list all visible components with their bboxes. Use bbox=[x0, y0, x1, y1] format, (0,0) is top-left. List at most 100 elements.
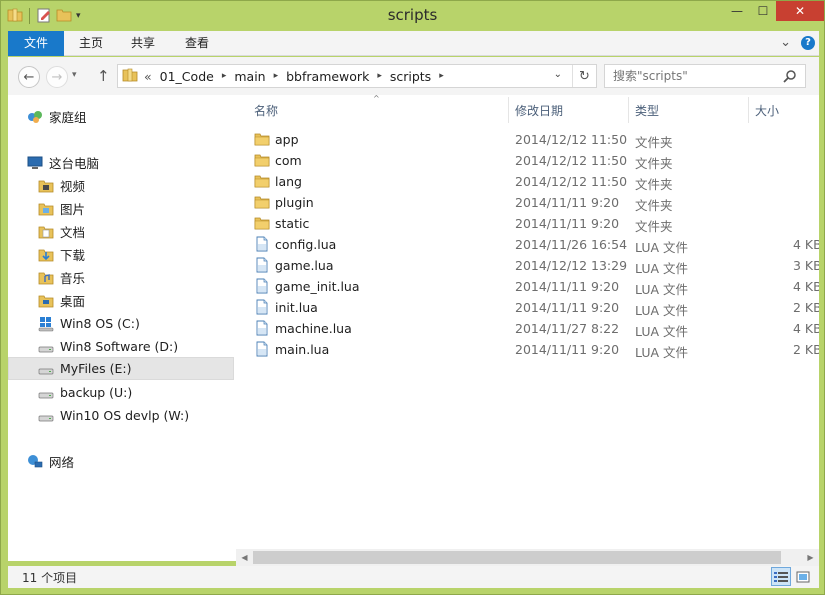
breadcrumb-chevron-icon[interactable]: ▸ bbox=[274, 71, 279, 81]
nav-drive-u[interactable]: backup (U:) bbox=[8, 381, 234, 404]
file-list: ^ 名称 修改日期 类型 大小 app 2014/12/12 11:50 文件夹 co… bbox=[236, 95, 819, 549]
table-row[interactable]: game_init.lua 2014/11/11 9:20 LUA 文件 4 KB bbox=[236, 276, 819, 297]
nav-drive-c[interactable]: Win8 OS (C:) bbox=[8, 312, 234, 335]
nav-music[interactable]: 音乐 bbox=[8, 266, 234, 289]
column-divider[interactable] bbox=[508, 97, 509, 123]
refresh-button[interactable]: ↻ bbox=[572, 65, 596, 87]
nav-downloads[interactable]: 下载 bbox=[8, 243, 234, 266]
file-type: LUA 文件 bbox=[635, 282, 689, 297]
file-modified-date: 2014/11/11 9:20 bbox=[515, 216, 620, 231]
breadcrumb-item[interactable]: scripts bbox=[390, 69, 431, 84]
file-type: 文件夹 bbox=[635, 198, 673, 213]
file-modified-date: 2014/11/11 9:20 bbox=[515, 279, 620, 294]
tab-file[interactable]: 文件 bbox=[8, 31, 64, 56]
breadcrumb-overflow[interactable]: « bbox=[144, 69, 152, 84]
tab-view[interactable]: 查看 bbox=[174, 31, 220, 56]
table-row[interactable]: static 2014/11/11 9:20 文件夹 bbox=[236, 213, 819, 234]
search-input[interactable] bbox=[605, 65, 781, 87]
file-size: 4 KB bbox=[793, 279, 819, 294]
documents-folder-icon bbox=[37, 223, 55, 241]
up-button[interactable]: ↑ bbox=[97, 67, 110, 85]
table-row[interactable]: config.lua 2014/11/26 16:54 LUA 文件 4 KB bbox=[236, 234, 819, 255]
large-icons-view-icon[interactable] bbox=[793, 567, 813, 586]
nav-network[interactable]: 网络 bbox=[8, 450, 234, 473]
nav-label: 文档 bbox=[60, 225, 86, 240]
column-divider[interactable] bbox=[628, 97, 629, 123]
column-header-type[interactable]: 类型 bbox=[635, 102, 659, 119]
table-row[interactable]: game.lua 2014/12/12 13:29 LUA 文件 3 KB bbox=[236, 255, 819, 276]
address-bar[interactable]: « 01_Code ▸ main ▸ bbframework ▸ scripts… bbox=[117, 64, 597, 88]
hard-drive-icon bbox=[37, 407, 55, 425]
breadcrumb-item[interactable]: 01_Code bbox=[160, 69, 214, 84]
status-bar: 11 个项目 bbox=[8, 566, 819, 588]
nav-videos[interactable]: 视频 bbox=[8, 174, 234, 197]
horizontal-scrollbar[interactable]: ◀ ▶ bbox=[236, 549, 819, 566]
lua-file-icon bbox=[254, 278, 270, 297]
nav-label: MyFiles (E:) bbox=[60, 361, 132, 376]
nav-this-pc[interactable]: 这台电脑 bbox=[8, 151, 234, 174]
scrollbar-thumb[interactable] bbox=[253, 551, 781, 564]
hard-drive-icon bbox=[37, 384, 55, 402]
tab-share[interactable]: 共享 bbox=[120, 31, 166, 56]
nav-label: 家庭组 bbox=[49, 110, 87, 125]
table-row[interactable]: init.lua 2014/11/11 9:20 LUA 文件 2 KB bbox=[236, 297, 819, 318]
nav-documents[interactable]: 文档 bbox=[8, 220, 234, 243]
nav-desktop[interactable]: 桌面 bbox=[8, 289, 234, 312]
lua-file-icon bbox=[254, 236, 270, 255]
table-row[interactable]: machine.lua 2014/11/27 8:22 LUA 文件 4 KB bbox=[236, 318, 819, 339]
column-header-date[interactable]: 修改日期 bbox=[515, 102, 563, 119]
table-row[interactable]: main.lua 2014/11/11 9:20 LUA 文件 2 KB bbox=[236, 339, 819, 360]
explorer-window: ▾ scripts — ☐ ✕ 文件 主页 共享 查看 ⌄ ? ← → ▾ ↑ … bbox=[0, 0, 825, 595]
table-row[interactable]: plugin 2014/11/11 9:20 文件夹 bbox=[236, 192, 819, 213]
file-modified-date: 2014/12/12 11:50 bbox=[515, 132, 628, 147]
minimize-button[interactable]: — bbox=[724, 1, 750, 21]
scroll-right-icon[interactable]: ▶ bbox=[802, 549, 819, 566]
file-name: init.lua bbox=[275, 300, 318, 315]
lua-file-icon bbox=[254, 341, 270, 360]
help-icon[interactable]: ? bbox=[801, 35, 815, 50]
recent-locations-icon[interactable]: ▾ bbox=[72, 70, 77, 80]
file-name: app bbox=[275, 132, 299, 147]
folder-icon bbox=[254, 215, 270, 234]
column-header-size[interactable]: 大小 bbox=[755, 102, 779, 119]
file-size: 3 KB bbox=[793, 258, 819, 273]
file-modified-date: 2014/11/27 8:22 bbox=[515, 321, 620, 336]
table-row[interactable]: com 2014/12/12 11:50 文件夹 bbox=[236, 150, 819, 171]
table-row[interactable]: app 2014/12/12 11:50 文件夹 bbox=[236, 129, 819, 150]
file-modified-date: 2014/12/12 11:50 bbox=[515, 153, 628, 168]
tab-home[interactable]: 主页 bbox=[68, 31, 114, 56]
breadcrumb-item[interactable]: main bbox=[234, 69, 265, 84]
file-type: LUA 文件 bbox=[635, 303, 689, 318]
search-icon[interactable] bbox=[783, 69, 797, 86]
details-view-icon[interactable] bbox=[771, 567, 791, 586]
maximize-button[interactable]: ☐ bbox=[750, 1, 776, 21]
breadcrumb-chevron-icon[interactable]: ▸ bbox=[222, 71, 227, 81]
nav-label: Win8 OS (C:) bbox=[60, 316, 140, 331]
breadcrumb-chevron-icon[interactable]: ▸ bbox=[377, 71, 382, 81]
file-modified-date: 2014/11/11 9:20 bbox=[515, 300, 620, 315]
column-header-name[interactable]: 名称 bbox=[254, 102, 278, 119]
breadcrumb-item[interactable]: bbframework bbox=[286, 69, 369, 84]
breadcrumb-chevron-icon[interactable]: ▸ bbox=[439, 71, 444, 81]
file-modified-date: 2014/12/12 13:29 bbox=[515, 258, 628, 273]
nav-drive-d[interactable]: Win8 Software (D:) bbox=[8, 335, 234, 358]
file-name: game.lua bbox=[275, 258, 334, 273]
nav-drive-e[interactable]: MyFiles (E:) bbox=[8, 357, 234, 380]
close-button[interactable]: ✕ bbox=[776, 1, 824, 21]
nav-pictures[interactable]: 图片 bbox=[8, 197, 234, 220]
folder-icon bbox=[254, 152, 270, 171]
homegroup-icon bbox=[26, 108, 44, 126]
back-button[interactable]: ← bbox=[18, 66, 40, 88]
nav-label: 桌面 bbox=[60, 294, 86, 309]
lua-file-icon bbox=[254, 299, 270, 318]
file-modified-date: 2014/12/12 11:50 bbox=[515, 174, 628, 189]
nav-homegroup[interactable]: 家庭组 bbox=[8, 105, 234, 128]
nav-drive-w[interactable]: Win10 OS devlp (W:) bbox=[8, 404, 234, 427]
expand-ribbon-icon[interactable]: ⌄ bbox=[780, 35, 791, 50]
column-divider[interactable] bbox=[748, 97, 749, 123]
forward-button[interactable]: → bbox=[46, 66, 68, 88]
scroll-left-icon[interactable]: ◀ bbox=[236, 549, 253, 566]
file-name: config.lua bbox=[275, 237, 337, 252]
table-row[interactable]: lang 2014/12/12 11:50 文件夹 bbox=[236, 171, 819, 192]
address-dropdown-icon[interactable]: ⌄ bbox=[554, 69, 562, 80]
